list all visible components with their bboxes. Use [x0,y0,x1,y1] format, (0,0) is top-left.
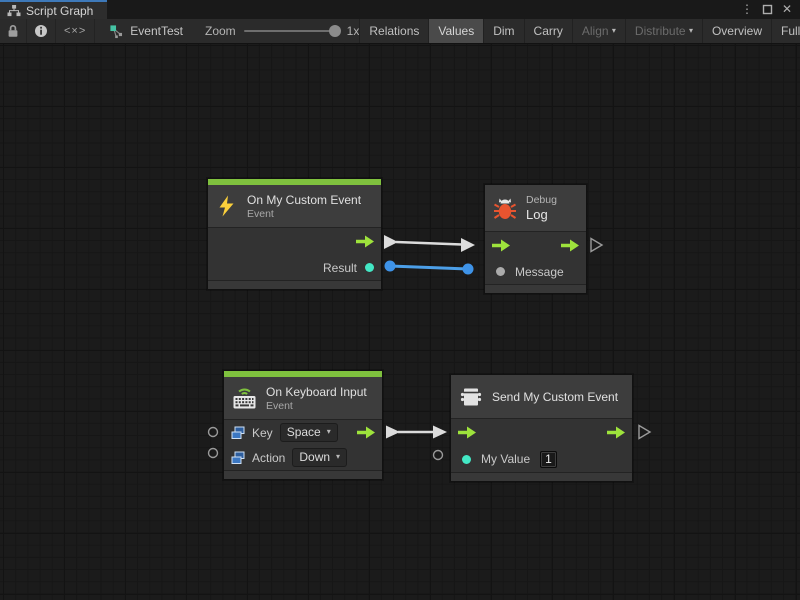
zoom-control: Zoom 1x [205,19,359,43]
node-surtitle: Debug [526,194,557,206]
custom-event-icon [459,385,483,409]
node-title: On My Custom Event [247,193,361,207]
node-title: On Keyboard Input [266,385,367,399]
key-port-label: Key [252,426,273,440]
node-header: Send My Custom Event [451,375,632,418]
unconnected-value-input-marker[interactable] [209,428,218,437]
unconnected-flow-output-marker[interactable] [591,239,602,252]
node-title: Send My Custom Event [492,390,618,404]
node-subtitle: Event [247,208,361,220]
tab-bar: Script Graph ⋮ ✕ [0,0,800,19]
dim-button[interactable]: Dim [483,19,523,43]
keyboard-icon [232,386,257,410]
chevron-down-icon: ▾ [689,27,693,35]
node-body: Key Space ▾ Action [224,419,382,470]
connections-layer [0,44,800,600]
value-connection-start-dot [385,261,396,272]
node-footer [451,472,632,481]
flow-connection [396,242,462,245]
my-value-port-label: My Value [481,452,530,466]
script-graph-window: Script Graph ⋮ ✕ <×> [0,0,800,600]
graph-asset-icon [109,24,124,39]
zoom-slider-knob[interactable] [329,25,341,37]
close-icon[interactable]: ✕ [782,0,792,19]
carry-button[interactable]: Carry [524,19,572,43]
maximize-icon[interactable] [762,4,773,15]
node-title: Log [526,207,557,222]
chevron-down-icon: ▾ [336,453,340,461]
node-header: Debug Log [485,185,586,231]
node-send-my-custom-event[interactable]: Send My Custom Event M [450,374,633,482]
flow-output-port[interactable] [355,235,375,248]
node-body: Result [208,227,381,280]
info-icon [34,24,48,38]
lock-icon [7,24,19,38]
flow-connection-end-arrow [461,238,475,252]
inspect-button[interactable] [27,19,56,43]
graph-tree-icon [7,5,21,17]
tab-script-graph[interactable]: Script Graph [0,0,107,19]
graph-toolbar: <×> EventTest Zoom 1x Relations Values D… [0,19,800,44]
overview-button[interactable]: Overview [702,19,771,43]
node-header: On My Custom Event Event [208,185,381,227]
flow-connection-start-arrow [384,235,398,249]
node-on-my-custom-event[interactable]: On My Custom Event Event Result [207,178,382,290]
zoom-slider[interactable] [244,30,339,32]
window-controls: ⋮ ✕ [741,0,800,19]
unconnected-flow-output-marker[interactable] [639,426,650,439]
action-port-label: Action [252,451,285,465]
flow-output-port[interactable] [356,426,376,439]
bug-icon [493,195,517,221]
code-view-button[interactable]: <×> [56,19,95,43]
graph-reference[interactable]: EventTest [109,19,183,43]
node-debug-log[interactable]: Debug Log Me [484,184,587,294]
result-port-label: Result [323,261,357,275]
node-footer [208,280,381,289]
flow-output-port[interactable] [606,426,626,439]
node-body: Message [485,231,586,284]
value-connection-end-dot [463,264,474,275]
node-footer [224,470,382,479]
flow-input-port[interactable] [457,426,477,439]
tab-title: Script Graph [26,4,93,18]
zoom-value: 1x [347,24,360,38]
action-enum-icon [231,451,245,465]
lightning-bolt-icon [216,195,238,217]
node-body: My Value 1 [451,418,632,472]
toolbar-right-group: Relations Values Dim Carry Align ▾ Distr… [359,19,800,43]
unconnected-value-input-marker[interactable] [209,449,218,458]
relations-button[interactable]: Relations [359,19,428,43]
message-value-port[interactable] [496,267,505,276]
lock-button[interactable] [0,19,27,43]
my-value-port[interactable] [462,455,471,464]
flow-input-port[interactable] [491,239,511,252]
chevron-down-icon: ▾ [327,428,331,436]
tab-bar-empty-space [107,0,741,19]
node-subtitle: Event [266,400,367,412]
values-button[interactable]: Values [428,19,483,43]
distribute-dropdown[interactable]: Distribute ▾ [625,19,702,43]
key-dropdown[interactable]: Space ▾ [280,423,338,442]
value-connection [390,266,468,269]
result-value-port[interactable] [365,263,374,272]
keycode-enum-icon [231,426,245,440]
code-view-icon: <×> [64,25,86,37]
flow-connection-start-arrow [386,426,400,439]
graph-canvas[interactable]: On My Custom Event Event Result [0,44,800,600]
window-menu-icon[interactable]: ⋮ [741,0,753,19]
graph-name: EventTest [130,24,183,38]
flow-connection-end-arrow [433,426,447,439]
unconnected-value-input-marker[interactable] [434,451,443,460]
align-dropdown[interactable]: Align ▾ [572,19,625,43]
chevron-down-icon: ▾ [612,27,616,35]
node-header: On Keyboard Input Event [224,377,382,419]
action-dropdown[interactable]: Down ▾ [292,448,347,467]
flow-output-port[interactable] [560,239,580,252]
my-value-input[interactable]: 1 [540,451,557,468]
message-port-label: Message [515,265,564,279]
node-on-keyboard-input[interactable]: On Keyboard Input Event Key Space ▾ [223,370,383,480]
node-footer [485,284,586,293]
zoom-label: Zoom [205,24,236,38]
fullscreen-button[interactable]: Full Screen [771,19,800,43]
